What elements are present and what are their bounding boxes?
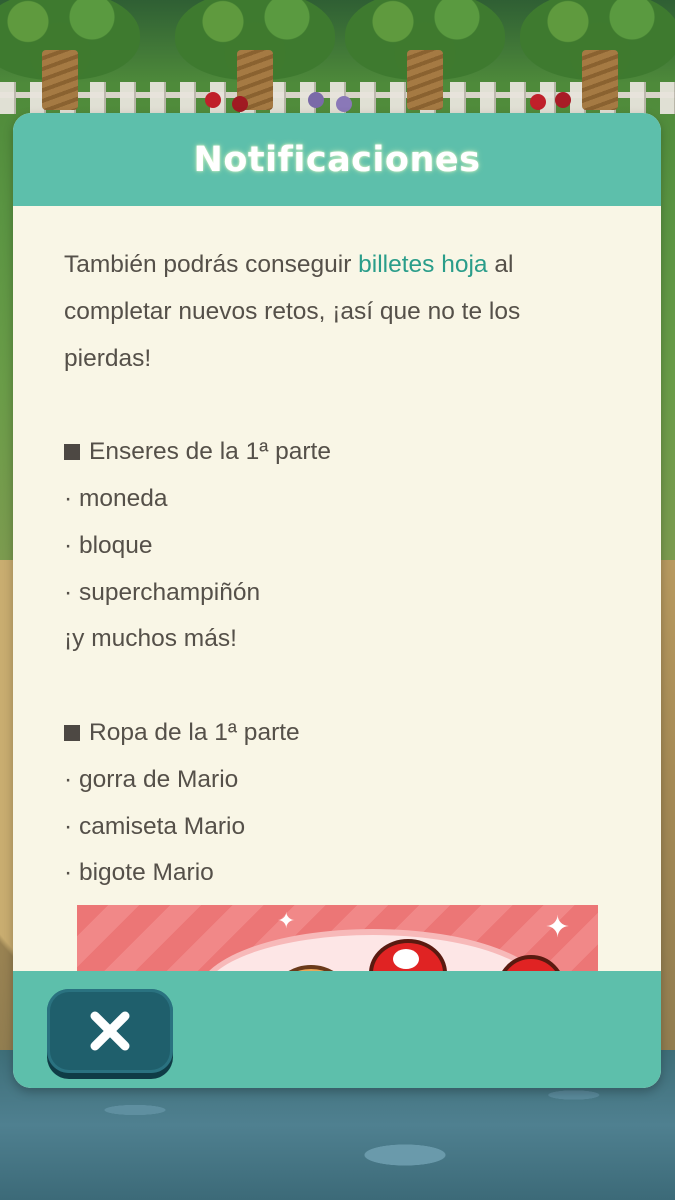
dialog-title: Notificaciones — [193, 139, 481, 180]
dialog-header: Notificaciones — [13, 113, 661, 206]
sparkle-icon: ✦ — [277, 909, 296, 934]
section-heading-label: Ropa de la 1ª parte — [89, 718, 300, 746]
tree — [0, 0, 140, 110]
flower — [336, 96, 352, 112]
list-item: · bloque — [64, 531, 153, 559]
intro-text: al — [487, 251, 514, 278]
intro-text: También podrás conseguir — [64, 251, 359, 278]
bullet-square-icon — [64, 724, 80, 741]
flower — [308, 92, 324, 108]
flower — [232, 96, 248, 112]
bullet-square-icon — [64, 444, 80, 461]
tree — [520, 0, 675, 110]
promo-banner-image: ✦ ✦ — [77, 905, 598, 971]
notification-dialog: Notificaciones También podrás conseguir … — [13, 113, 661, 1088]
leaf-tickets-highlight: billetes hoja — [358, 251, 488, 278]
sparkle-icon: ✦ — [545, 910, 571, 945]
close-icon — [90, 1011, 130, 1051]
intro-line-3: pierdas! — [64, 344, 152, 372]
section-heading-items: Enseres de la 1ª parte — [64, 429, 621, 476]
tree — [345, 0, 505, 110]
list-item: · moneda — [64, 484, 168, 512]
notification-text: También podrás conseguir billetes hoja a… — [13, 206, 661, 897]
flower — [555, 92, 571, 108]
flower — [205, 92, 221, 108]
intro-line-2: completar nuevos retos, ¡así que no te l… — [64, 297, 521, 325]
dialog-body[interactable]: También podrás conseguir billetes hoja a… — [13, 206, 661, 971]
dialog-footer — [13, 971, 661, 1088]
list-item: · superchampiñón — [64, 578, 261, 606]
section-heading-clothing: Ropa de la 1ª parte — [64, 710, 621, 757]
list-item: · bigote Mario — [64, 859, 214, 887]
close-button[interactable] — [47, 989, 173, 1073]
list-item: · camiseta Mario — [64, 812, 246, 840]
list-closing: ¡y muchos más! — [64, 625, 237, 653]
flower — [530, 94, 546, 110]
list-item: · gorra de Mario — [64, 765, 239, 793]
intro-line-1: También podrás conseguir billetes hoja a… — [64, 242, 621, 289]
section-heading-label: Enseres de la 1ª parte — [89, 438, 331, 466]
